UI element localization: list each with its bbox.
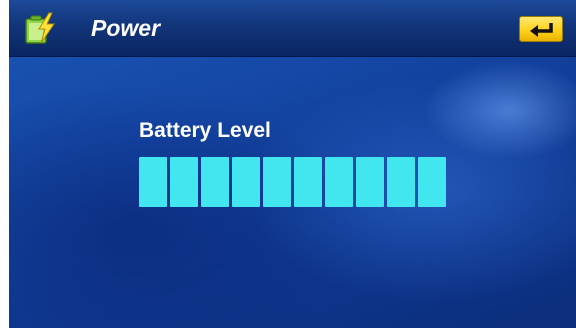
battery-segment [325, 157, 353, 207]
title-bar: Power [9, 0, 576, 57]
battery-segment [201, 157, 229, 207]
battery-segment [356, 157, 384, 207]
battery-charging-icon [23, 11, 57, 45]
back-button[interactable] [519, 16, 563, 42]
battery-segment [418, 157, 446, 207]
battery-level-bar [139, 157, 446, 207]
page-title: Power [91, 15, 161, 41]
battery-segment [139, 157, 167, 207]
power-screen: Power Battery Level [9, 0, 576, 328]
return-arrow-icon [530, 23, 553, 37]
battery-level-label: Battery Level [139, 119, 271, 142]
battery-segment [170, 157, 198, 207]
battery-segment [387, 157, 415, 207]
battery-segment [232, 157, 260, 207]
battery-segment [263, 157, 291, 207]
battery-segment [294, 157, 322, 207]
